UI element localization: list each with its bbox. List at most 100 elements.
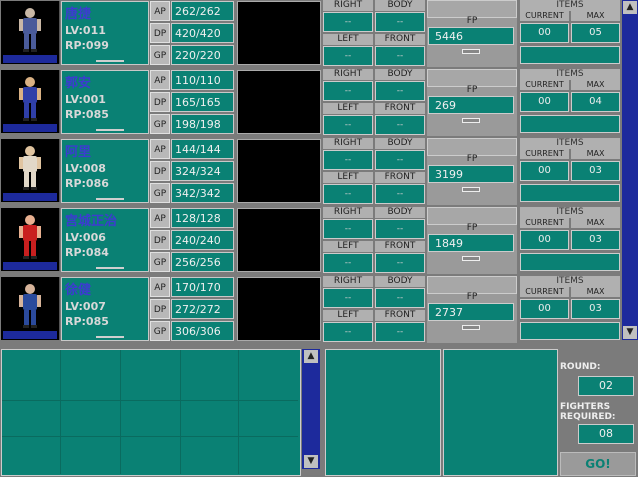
armor-body-slot[interactable]: -- xyxy=(375,219,425,239)
fighter-portrait[interactable] xyxy=(1,70,60,133)
armor-body-slot[interactable]: -- xyxy=(375,12,425,32)
armor-left-slot[interactable]: -- xyxy=(323,322,373,342)
items-slot[interactable] xyxy=(520,322,620,340)
equipment-slot[interactable] xyxy=(237,1,321,65)
fighter-info[interactable]: 郭安 LV:001 RP:085 xyxy=(61,70,149,134)
dp-value: 324/324 xyxy=(171,161,234,181)
fighter-row[interactable]: 阿里 LV:008 RP:086 AP DP GP 144/144 324/32… xyxy=(0,138,622,206)
armor-right-label: RIGHT xyxy=(323,138,373,149)
go-button[interactable]: GO! xyxy=(560,452,636,476)
ap-value: 128/128 xyxy=(171,208,234,228)
armor-left-slot[interactable]: -- xyxy=(323,46,373,66)
equipment-slot[interactable] xyxy=(237,139,321,203)
dp-value: 165/165 xyxy=(171,92,234,112)
dp-value: 272/272 xyxy=(171,299,234,319)
ap-value: 262/262 xyxy=(171,1,234,21)
fighter-level: LV:001 xyxy=(65,93,106,106)
items-max-label: MAX xyxy=(571,149,620,159)
armor-front-label: FRONT xyxy=(375,103,425,114)
gp-label: GP xyxy=(150,321,170,341)
fp-panel: FP 3199 xyxy=(427,138,517,205)
armor-body-slot[interactable]: -- xyxy=(375,150,425,170)
armor-body-label: BODY xyxy=(375,276,425,287)
items-slot[interactable] xyxy=(520,46,620,64)
armor-front-slot[interactable]: -- xyxy=(375,322,425,342)
armor-slots: RIGHT BODY -- -- LEFT FRONT -- -- xyxy=(323,0,426,67)
fp-label: FP xyxy=(466,292,478,302)
inventory-grid-panel[interactable] xyxy=(1,349,301,476)
armor-left-label: LEFT xyxy=(323,241,373,252)
armor-right-label: RIGHT xyxy=(323,0,373,11)
armor-body-label: BODY xyxy=(375,207,425,218)
fp-value: 2737 xyxy=(428,303,514,321)
fighter-info[interactable]: 唐捷 LV:011 RP:099 xyxy=(61,1,149,65)
scroll-down-arrow-icon[interactable]: ▼ xyxy=(304,455,318,468)
scroll-up-arrow-icon[interactable]: ▲ xyxy=(304,350,318,363)
team-panel-left[interactable] xyxy=(325,349,441,476)
items-label: ITEMS xyxy=(520,276,620,287)
armor-left-label: LEFT xyxy=(323,310,373,321)
items-current-label: CURRENT xyxy=(520,149,569,159)
armor-right-slot[interactable]: -- xyxy=(323,288,373,308)
armor-left-slot[interactable]: -- xyxy=(323,184,373,204)
fighter-name: 郭安 xyxy=(65,76,92,91)
team-panel-right[interactable] xyxy=(443,349,558,476)
items-slot[interactable] xyxy=(520,253,620,271)
fighter-portrait[interactable] xyxy=(1,277,60,340)
fighter-row[interactable]: 唐捷 LV:011 RP:099 AP DP GP 262/262 420/42… xyxy=(0,0,622,68)
gp-value: 342/342 xyxy=(171,183,234,203)
armor-left-slot[interactable]: -- xyxy=(323,253,373,273)
armor-front-slot[interactable]: -- xyxy=(375,253,425,273)
fighter-rp: RP:085 xyxy=(65,315,109,328)
items-max-value: 05 xyxy=(571,23,620,43)
items-max-label: MAX xyxy=(571,80,620,90)
armor-front-slot[interactable]: -- xyxy=(375,184,425,204)
fighter-list-scrollbar[interactable]: ▲ ▼ xyxy=(622,0,638,340)
fighter-portrait[interactable] xyxy=(1,139,60,202)
scroll-down-arrow-icon[interactable]: ▼ xyxy=(623,326,637,339)
armor-body-slot[interactable]: -- xyxy=(375,288,425,308)
armor-right-slot[interactable]: -- xyxy=(323,12,373,32)
fighter-portrait[interactable] xyxy=(1,1,60,64)
items-current-label: CURRENT xyxy=(520,11,569,21)
armor-front-slot[interactable]: -- xyxy=(375,115,425,135)
fighter-sprite-icon xyxy=(19,215,41,259)
armor-body-slot[interactable]: -- xyxy=(375,81,425,101)
armor-right-label: RIGHT xyxy=(323,207,373,218)
items-max-label: MAX xyxy=(571,218,620,228)
armor-left-slot[interactable]: -- xyxy=(323,115,373,135)
items-slot[interactable] xyxy=(520,184,620,202)
armor-left-label: LEFT xyxy=(323,103,373,114)
equipment-slot[interactable] xyxy=(237,208,321,272)
armor-front-label: FRONT xyxy=(375,310,425,321)
items-slot[interactable] xyxy=(520,115,620,133)
fighter-portrait[interactable] xyxy=(1,208,60,271)
gp-label: GP xyxy=(150,252,170,272)
fighter-sprite-icon xyxy=(19,8,41,52)
fighter-row[interactable]: 宫城正治 LV:006 RP:084 AP DP GP 128/128 240/… xyxy=(0,207,622,275)
armor-right-slot[interactable]: -- xyxy=(323,81,373,101)
armor-left-label: LEFT xyxy=(323,34,373,45)
fighter-rp: RP:086 xyxy=(65,177,109,190)
ap-value: 144/144 xyxy=(171,139,234,159)
fp-value: 3199 xyxy=(428,165,514,183)
fighter-row[interactable]: 徐健 LV:007 RP:085 AP DP GP 170/170 272/27… xyxy=(0,276,622,344)
equipment-slot[interactable] xyxy=(237,277,321,341)
inventory-scrollbar[interactable]: ▲ ▼ xyxy=(302,349,320,469)
items-current-label: CURRENT xyxy=(520,287,569,297)
fighter-info[interactable]: 宫城正治 LV:006 RP:084 xyxy=(61,208,149,272)
fighter-info[interactable]: 阿里 LV:008 RP:086 xyxy=(61,139,149,203)
items-max-label: MAX xyxy=(571,287,620,297)
fighter-info[interactable]: 徐健 LV:007 RP:085 xyxy=(61,277,149,341)
equipment-slot[interactable] xyxy=(237,70,321,134)
armor-right-slot[interactable]: -- xyxy=(323,219,373,239)
armor-front-slot[interactable]: -- xyxy=(375,46,425,66)
items-panel: ITEMS CURRENT MAX 00 03 xyxy=(518,138,622,205)
fighter-row[interactable]: 郭安 LV:001 RP:085 AP DP GP 110/110 165/16… xyxy=(0,69,622,137)
armor-right-slot[interactable]: -- xyxy=(323,150,373,170)
fighter-name: 宫城正治 xyxy=(65,214,118,229)
armor-body-label: BODY xyxy=(375,0,425,11)
scroll-up-arrow-icon[interactable]: ▲ xyxy=(623,1,637,14)
armor-right-label: RIGHT xyxy=(323,276,373,287)
fighter-level: LV:008 xyxy=(65,162,106,175)
